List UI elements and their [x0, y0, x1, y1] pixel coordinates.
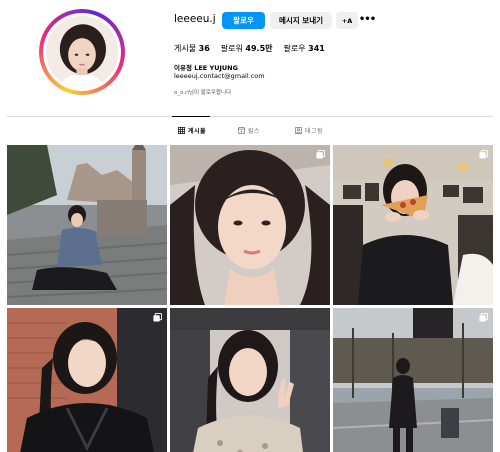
post-photo: [333, 308, 493, 452]
tabs-divider: [7, 116, 493, 117]
active-tab-indicator: [172, 116, 210, 117]
post-photo: [7, 145, 167, 305]
grid-icon: [178, 127, 185, 134]
profile-full-name: 이유정 LEE YUJUNG: [174, 64, 238, 72]
tagged-icon: [295, 127, 302, 134]
add-person-button[interactable]: +A: [336, 12, 358, 29]
stat-followers[interactable]: 팔로워 49.5만: [221, 43, 273, 54]
multiple-photos-icon: [479, 150, 488, 159]
story-ring[interactable]: [39, 9, 125, 95]
profile-username: leeeeu.j: [174, 13, 216, 25]
post-photo: [7, 308, 167, 452]
multiple-photos-icon: [479, 313, 488, 322]
profile-stats: 게시물 36 팔로워 49.5만 팔로우 341: [174, 43, 325, 54]
avatar[interactable]: [43, 13, 121, 91]
profile-tabs: 게시물 릴스 태그됨: [0, 126, 500, 138]
post-photo: [170, 145, 330, 305]
follow-button[interactable]: 팔로우: [222, 12, 265, 29]
post-tile[interactable]: [333, 145, 493, 305]
multiple-photos-icon: [153, 313, 162, 322]
post-tile[interactable]: [333, 308, 493, 452]
post-photo: [333, 145, 493, 305]
reels-icon: [238, 127, 245, 134]
stat-posts: 게시물 36: [174, 44, 210, 53]
post-tile[interactable]: [7, 145, 167, 305]
tab-posts[interactable]: 게시물: [178, 126, 206, 135]
post-tile[interactable]: [7, 308, 167, 452]
post-tile[interactable]: [170, 145, 330, 305]
post-grid: [7, 145, 493, 452]
multiple-photos-icon: [316, 150, 325, 159]
tab-reels[interactable]: 릴스: [238, 126, 260, 135]
post-tile[interactable]: [170, 308, 330, 452]
followed-by-text[interactable]: o_o.ri님이 팔로우합니다: [174, 88, 231, 96]
profile-email: leeeeuj.contact@gmail.com: [174, 72, 265, 80]
tab-tagged[interactable]: 태그됨: [295, 126, 323, 135]
more-options-button[interactable]: •••: [359, 11, 376, 28]
message-button[interactable]: 메시지 보내기: [270, 12, 332, 29]
stat-following[interactable]: 팔로우 341: [284, 43, 325, 54]
post-photo: [170, 308, 330, 452]
